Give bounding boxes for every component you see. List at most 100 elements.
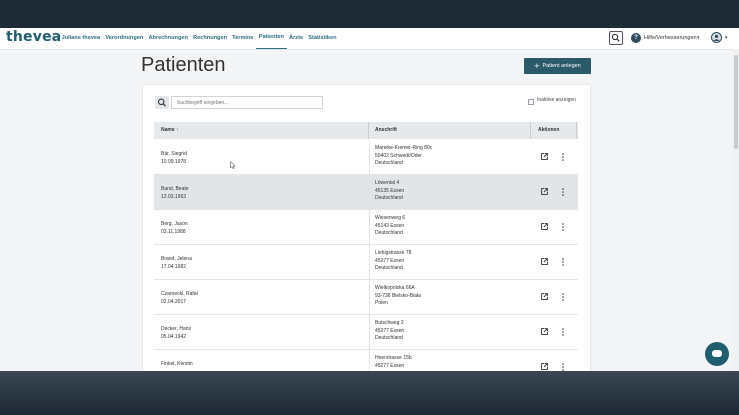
- address-city: 45277 Essen: [375, 362, 405, 369]
- plus-icon: +: [534, 60, 540, 71]
- scrollbar-thumb[interactable]: [734, 55, 738, 149]
- nav-verordnungen[interactable]: Verordnungen: [103, 28, 146, 49]
- column-divider: [369, 350, 370, 371]
- address-city: 45135 Essen: [375, 187, 405, 194]
- header-name[interactable]: Name ↑: [161, 122, 179, 139]
- table-row[interactable]: Brand, Jelena 17.04.1982 Liebigstrasse 7…: [154, 245, 578, 280]
- address-street: Wielkopolska 66A: [375, 285, 415, 291]
- table-row[interactable]: Decker, Hans 05.04.1942 Butschweg 2 4527…: [154, 315, 578, 350]
- patient-address-cell: Heerstrasse 15b 45277 Essen: [375, 355, 412, 370]
- address-street: Wiesenweg 6: [375, 215, 406, 221]
- nav-aerzte[interactable]: Ärzte: [287, 28, 306, 49]
- table-row[interactable]: Band, Beate 12.03.1963 Löwental 4 45135 …: [154, 175, 578, 210]
- add-patient-button[interactable]: + Patient anlegen: [524, 58, 591, 74]
- patient-name-cell: Brand, Jelena 17.04.1982: [161, 256, 192, 271]
- chevron-down-icon[interactable]: ▾: [725, 28, 728, 49]
- page-scrollbar[interactable]: [733, 49, 739, 371]
- open-external-icon[interactable]: [541, 153, 548, 160]
- more-vertical-icon[interactable]: [561, 293, 565, 301]
- patient-name: Bär, Siegrid: [161, 151, 187, 157]
- nav-statistiken[interactable]: Statistiken: [306, 28, 339, 49]
- column-divider: [369, 140, 370, 175]
- nav-rechnungen[interactable]: Rechnungen: [191, 28, 230, 49]
- patient-name: Band, Beate: [161, 186, 189, 192]
- chat-bubble-icon: [712, 350, 722, 357]
- address-street: Mareike-Kremer-Ring 80c: [375, 145, 433, 151]
- search-icon: [157, 98, 167, 107]
- patient-name: Brand, Jelena: [161, 256, 192, 262]
- address-country: Deutschland: [375, 195, 403, 201]
- more-vertical-icon[interactable]: [561, 258, 565, 266]
- more-vertical-icon[interactable]: [561, 153, 565, 161]
- video-top-band: [0, 0, 739, 28]
- address-street: Liebigstrasse 78: [375, 250, 412, 256]
- help-menu-label[interactable]: Hilfe/Verbesserungen: [644, 28, 697, 49]
- help-icon[interactable]: ?: [631, 33, 641, 43]
- patient-name-cell: Decker, Hans 05.04.1942: [161, 326, 191, 341]
- patient-address-cell: Butschweg 2 45277 Essen Deutschland: [375, 320, 404, 343]
- patient-name: Finkel, Kerstin: [161, 361, 193, 367]
- table-row[interactable]: Czarnecki, Rafał 02.04.2017 Wielkopolska…: [154, 280, 578, 315]
- address-street: Heerstrasse 15b: [375, 355, 412, 361]
- search-field-icon-box[interactable]: [155, 96, 169, 109]
- header-address[interactable]: Anschrift: [375, 122, 397, 139]
- patient-address-cell: Wiesenweg 6 45143 Essen Deutschland: [375, 215, 405, 238]
- column-divider: [369, 245, 370, 280]
- patient-address-cell: Wielkopolska 66A 93-738 Bielsko-Biała Po…: [375, 285, 421, 308]
- global-search-button[interactable]: [609, 31, 623, 45]
- patient-dob: 12.03.1963: [161, 193, 187, 200]
- avatar[interactable]: [711, 32, 722, 43]
- open-external-icon[interactable]: [541, 188, 548, 195]
- more-vertical-icon[interactable]: [561, 188, 565, 196]
- search-input[interactable]: [171, 96, 323, 109]
- column-divider: [576, 122, 577, 139]
- thevea-logo[interactable]: thevea: [6, 29, 61, 45]
- address-country: Polen: [375, 300, 388, 306]
- nav-patienten[interactable]: Patienten: [256, 28, 287, 49]
- table-row[interactable]: Finkel, Kerstin Heerstrasse 15b 45277 Es…: [154, 350, 578, 371]
- patient-dob: 02.04.2017: [161, 298, 187, 305]
- mouse-cursor-icon: [230, 161, 236, 169]
- address-street: Butschweg 2: [375, 320, 404, 326]
- patient-dob: 05.04.1942: [161, 333, 187, 340]
- open-external-icon[interactable]: [541, 363, 548, 370]
- nav-termine[interactable]: Termine: [230, 28, 257, 49]
- more-vertical-icon[interactable]: [561, 223, 565, 231]
- chevron-down-icon[interactable]: ▾: [697, 28, 700, 49]
- open-external-icon[interactable]: [541, 293, 548, 300]
- inactive-checkbox[interactable]: [528, 99, 534, 105]
- add-patient-label: Patient anlegen: [542, 63, 581, 69]
- page-title: Patienten: [141, 54, 226, 76]
- patient-name-cell: Czarnecki, Rafał 02.04.2017: [161, 291, 198, 306]
- patient-dob: 03.11.1988: [161, 228, 186, 235]
- more-vertical-icon[interactable]: [561, 328, 565, 336]
- address-country: Deutschland: [375, 160, 403, 166]
- address-city: 45143 Essen: [375, 222, 405, 229]
- nav-julians-thevea[interactable]: Julians thevea: [59, 28, 103, 49]
- user-icon: [713, 34, 720, 41]
- patient-name: Decker, Hans: [161, 326, 192, 332]
- column-divider: [368, 122, 369, 139]
- address-city: 45277 Essen: [375, 257, 405, 264]
- patient-name-cell: Finkel, Kerstin: [161, 361, 193, 369]
- open-external-icon[interactable]: [541, 223, 548, 230]
- nav-abrechnungen[interactable]: Abrechnungen: [146, 28, 191, 49]
- patient-address-cell: Löwental 4 45135 Essen Deutschland: [375, 180, 404, 203]
- table-row[interactable]: Bär, Siegrid 10.09.1978 Mareike-Kremer-R…: [154, 140, 578, 175]
- column-divider: [530, 122, 531, 139]
- patient-address-cell: Liebigstrasse 78 45277 Essen Deutschland: [375, 250, 411, 273]
- chat-button[interactable]: [705, 342, 729, 366]
- address-city: 45277 Essen: [375, 327, 405, 334]
- open-external-icon[interactable]: [541, 328, 548, 335]
- column-divider: [369, 175, 370, 210]
- table-row[interactable]: Berg, Jason 03.11.1988 Wiesenweg 6 45143…: [154, 210, 578, 245]
- patient-name: Berg, Jason: [161, 221, 188, 227]
- column-divider: [369, 280, 370, 315]
- patient-name: Czarnecki, Rafał: [161, 291, 198, 297]
- inactive-label[interactable]: Inaktive anzeigen: [537, 97, 576, 103]
- patient-dob: 17.04.1982: [161, 263, 187, 270]
- top-navigation: thevea Julians thevea Verordnungen Abrec…: [0, 28, 739, 50]
- more-vertical-icon[interactable]: [561, 363, 565, 371]
- open-external-icon[interactable]: [541, 258, 548, 265]
- patient-name-cell: Band, Beate 12.03.1963: [161, 186, 189, 201]
